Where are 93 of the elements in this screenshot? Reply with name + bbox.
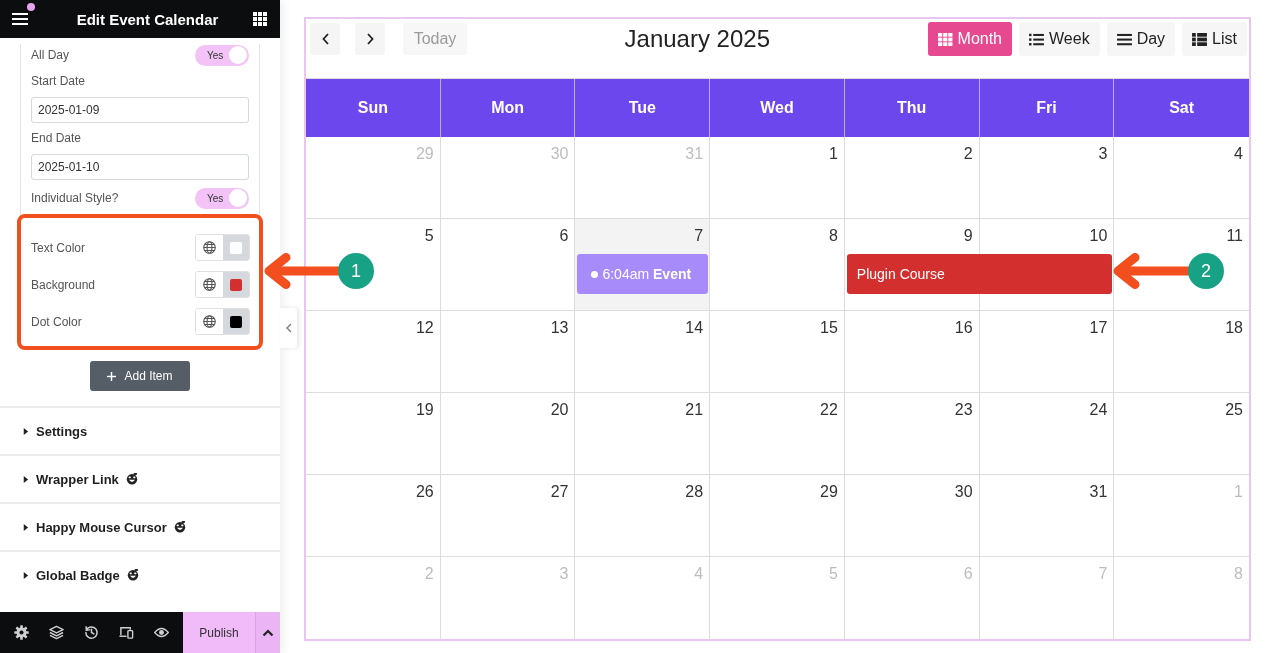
layers-icon <box>49 625 64 640</box>
day-number: 28 <box>685 483 704 501</box>
section-header[interactable]: Happy Mouse Cursor <box>0 502 280 550</box>
day-number: 22 <box>820 401 838 419</box>
day-number: 9 <box>963 227 973 245</box>
color-picker-button[interactable] <box>223 235 249 260</box>
day-number: 15 <box>820 319 838 337</box>
day-number: 5 <box>424 227 434 245</box>
day-number: 23 <box>954 401 973 419</box>
calendar-event[interactable]: Plugin Course <box>846 254 1113 294</box>
field-label: Text Color <box>31 239 86 256</box>
eye-icon <box>154 625 169 640</box>
plus-icon <box>107 371 117 381</box>
toggle-switch[interactable]: Yes <box>195 187 249 209</box>
day-number: 20 <box>550 401 569 419</box>
day-number: 8 <box>828 227 838 245</box>
field-label: Individual Style? <box>31 190 119 206</box>
day-number: 2 <box>963 145 973 163</box>
menu-icon[interactable] <box>12 13 28 25</box>
panel-title: Edit Event Calendar <box>76 10 219 28</box>
field-label: End Date <box>31 130 82 146</box>
date-input[interactable]: 2025-01-09 <box>31 97 249 123</box>
weekday-header: Sat <box>1168 98 1196 118</box>
grid-icon <box>937 32 953 46</box>
day-number: 30 <box>550 145 569 163</box>
date-input[interactable]: 2025-01-10 <box>31 154 249 180</box>
globe-icon <box>203 315 216 328</box>
day-number: 17 <box>1089 319 1108 337</box>
section-header[interactable]: Settings <box>0 406 280 454</box>
day-number: 30 <box>954 483 973 501</box>
day-number: 1 <box>1234 483 1243 501</box>
calendar-title: January 2025 <box>624 25 770 53</box>
publish-button[interactable]: Publish <box>183 612 255 653</box>
toggle-switch[interactable]: Yes <box>195 44 249 66</box>
day-number: 25 <box>1225 401 1243 419</box>
day-number: 14 <box>685 319 704 337</box>
section-header[interactable]: Wrapper Link <box>0 454 280 502</box>
view-tab[interactable]: Week <box>1019 22 1100 56</box>
color-picker-button[interactable] <box>223 309 249 334</box>
day-number: 6 <box>963 565 973 583</box>
day-number: 31 <box>1089 483 1108 501</box>
day-number: 21 <box>685 401 704 419</box>
publish-options-button[interactable] <box>255 612 280 653</box>
view-tab[interactable]: Day <box>1106 22 1176 56</box>
day-number: 3 <box>1098 145 1108 163</box>
globe-icon <box>203 241 216 254</box>
add-item-button[interactable]: Add Item <box>90 361 190 391</box>
color-picker-button[interactable] <box>223 272 249 297</box>
day-number: 31 <box>685 145 704 163</box>
day-number: 10 <box>1089 227 1108 245</box>
lines-icon <box>1116 32 1132 46</box>
chevron-left-icon <box>321 33 329 45</box>
field-label: All Day <box>31 47 69 63</box>
view-tab[interactable]: Month <box>927 22 1012 56</box>
day-number: 26 <box>415 483 434 501</box>
field-label: Background <box>31 276 96 293</box>
day-number: 16 <box>954 319 973 337</box>
day-number: 7 <box>694 227 704 245</box>
event-dot-icon <box>591 270 599 278</box>
day-number: 12 <box>415 319 434 337</box>
next-month-button[interactable] <box>355 23 385 55</box>
view-tab[interactable]: List <box>1182 22 1247 56</box>
table-list-icon <box>1192 32 1208 46</box>
globe-icon <box>203 278 216 291</box>
settings-icon <box>14 625 29 640</box>
day-number: 1 <box>828 145 838 163</box>
field-label: Dot Color <box>31 313 82 330</box>
day-number: 4 <box>694 565 704 583</box>
apps-grid-icon[interactable] <box>253 12 267 26</box>
day-number: 5 <box>828 565 838 583</box>
day-number: 2 <box>424 565 434 583</box>
list-icon <box>1029 32 1044 46</box>
day-number: 8 <box>1234 565 1243 583</box>
day-number: 29 <box>820 483 838 501</box>
day-number: 27 <box>550 483 569 501</box>
day-number: 4 <box>1234 145 1243 163</box>
day-number: 19 <box>415 401 434 419</box>
day-number: 24 <box>1089 401 1108 419</box>
chevron-left-icon <box>285 323 292 333</box>
day-number: 7 <box>1098 565 1108 583</box>
devices-icon <box>119 625 134 640</box>
day-number: 18 <box>1225 319 1243 337</box>
previous-month-button[interactable] <box>310 23 340 55</box>
day-number: 11 <box>1226 227 1243 245</box>
section-header[interactable]: Global Badge <box>0 550 280 598</box>
day-number: 3 <box>559 565 569 583</box>
day-number: 13 <box>550 319 569 337</box>
chevron-right-icon <box>366 33 374 45</box>
caret-up-icon <box>262 628 274 637</box>
day-number: 29 <box>415 145 434 163</box>
day-number: 6 <box>559 227 569 245</box>
field-label: Start Date <box>31 73 86 89</box>
history-icon <box>84 625 99 640</box>
